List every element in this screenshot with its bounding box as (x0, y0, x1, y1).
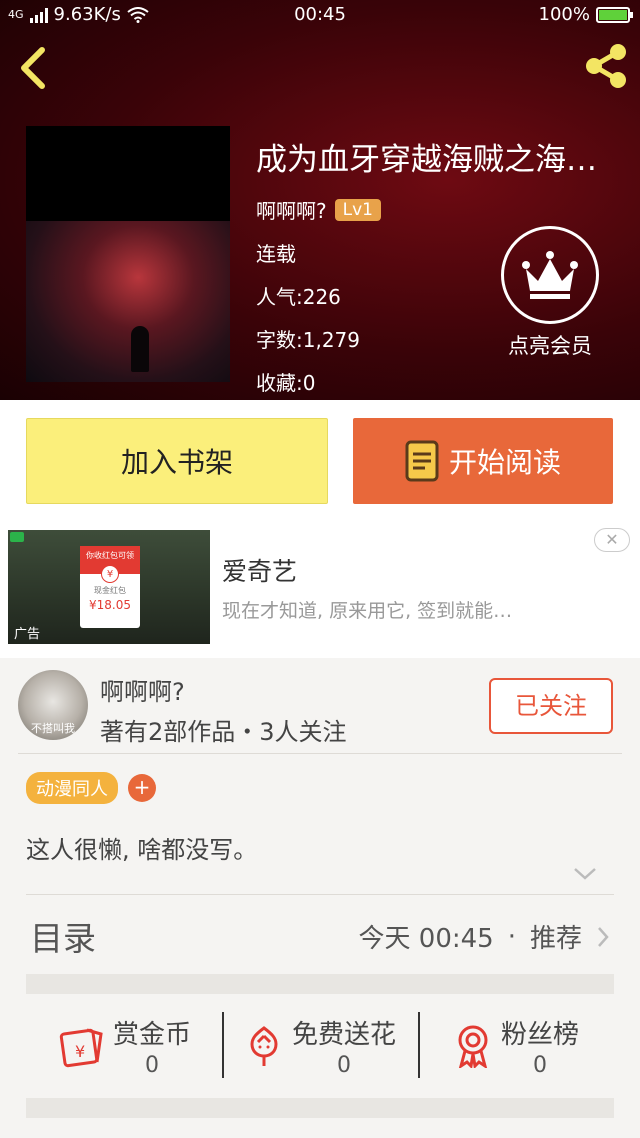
divider (18, 753, 622, 754)
fan-ranking-button[interactable]: 粉丝榜 0 (418, 1000, 614, 1092)
divider (26, 894, 614, 895)
crown-icon (522, 251, 578, 299)
ad-source-badge (10, 532, 24, 542)
genre-tag[interactable]: 动漫同人 (26, 772, 118, 804)
share-icon[interactable] (580, 40, 632, 92)
red-envelope-graphic: 你收红包可领 ¥ 现金红包 ¥18.05 (80, 546, 140, 628)
separator-dot: · (507, 921, 516, 952)
ad-close-button[interactable]: ✕ (594, 528, 630, 552)
back-arrow-icon[interactable] (16, 44, 52, 92)
author-stats: 著有2部作品・3人关注 (100, 718, 347, 746)
vip-button[interactable]: 点亮会员 (500, 226, 600, 360)
book-header: 4G 9.63K/s 00:45 100% 成为血牙穿越海贼之海… 啊啊啊? L… (0, 0, 640, 400)
ad-description: 现在才知道, 原来用它, 签到就能… (222, 600, 513, 622)
ad-banner[interactable]: 你收红包可领 ¥ 现金红包 ¥18.05 广告 爱奇艺 现在才知道, 原来用它,… (0, 522, 640, 658)
book-author[interactable]: 啊啊啊? (256, 195, 327, 224)
red-envelope-icon: ¥ (59, 1028, 103, 1068)
add-tag-button[interactable]: + (128, 774, 156, 802)
send-flower-button[interactable]: 免费送花 0 (222, 1000, 418, 1092)
fan-ranking-count: 0 (532, 1053, 547, 1078)
medal-icon (458, 1025, 488, 1068)
reward-coin-count: 0 (144, 1053, 159, 1078)
ad-label: 广告 (14, 627, 41, 642)
reward-coin-button[interactable]: ¥ 赏金币 0 (26, 1000, 222, 1092)
reward-coin-label: 赏金币 (112, 1020, 191, 1050)
book-favorites: 收藏:0 (256, 371, 316, 395)
book-icon (405, 440, 439, 482)
author-level-badge: Lv1 (334, 198, 381, 221)
author-bio: 这人很懒, 啥都没写。 (26, 836, 258, 864)
chevron-right-icon (598, 926, 609, 947)
vip-label: 点亮会员 (508, 334, 592, 358)
ad-image[interactable]: 你收红包可领 ¥ 现金红包 ¥18.05 广告 (8, 530, 210, 644)
envelope-subtitle: 现金红包 (94, 586, 126, 595)
action-bar: 加入书架 开始阅读 (0, 400, 640, 522)
envelope-amount: ¥18.05 (89, 598, 131, 612)
svg-text:¥: ¥ (75, 1042, 85, 1061)
battery-icon (596, 6, 633, 23)
status-bar: 4G 9.63K/s 00:45 100% (0, 0, 640, 32)
section-separator (26, 1098, 614, 1118)
start-reading-button[interactable]: 开始阅读 (353, 418, 613, 504)
add-to-shelf-button[interactable]: 加入书架 (26, 418, 328, 504)
section-separator (26, 974, 614, 994)
author-name[interactable]: 啊啊啊? (100, 672, 185, 707)
avatar-caption: 不搭叫我 (31, 722, 75, 735)
recommend-link[interactable]: 推荐 (530, 918, 582, 955)
avatar[interactable]: 不搭叫我 (18, 670, 88, 740)
catalog-update-time: 今天 00:45 (358, 924, 494, 954)
add-to-shelf-label: 加入书架 (120, 446, 233, 479)
flower-icon (250, 1026, 278, 1066)
send-flower-count: 0 (336, 1053, 351, 1078)
yuan-coin-icon: ¥ (101, 565, 119, 583)
catalog-label: 目录 (30, 919, 96, 958)
author-section: 不搭叫我 啊啊啊? 著有2部作品・3人关注 已关注 动漫同人 + 这人很懒, 啥… (0, 658, 640, 898)
book-title: 成为血牙穿越海贼之海… (256, 142, 597, 178)
tag-list: 动漫同人 + (26, 772, 156, 804)
start-reading-label: 开始阅读 (448, 446, 561, 479)
send-flower-label: 免费送花 (291, 1020, 396, 1050)
ad-title: 爱奇艺 (222, 557, 298, 586)
battery-percent: 100% (538, 4, 590, 25)
book-cover[interactable] (26, 126, 230, 382)
fan-ranking-label: 粉丝榜 (500, 1020, 579, 1050)
catalog-row[interactable]: 目录 今天 00:45 · 推荐 (0, 900, 640, 972)
follow-button[interactable]: 已关注 (489, 678, 613, 734)
chevron-down-icon[interactable] (572, 866, 598, 882)
reader-actions: ¥ 赏金币 0 免费送花 0 粉丝榜 0 (26, 1000, 614, 1092)
